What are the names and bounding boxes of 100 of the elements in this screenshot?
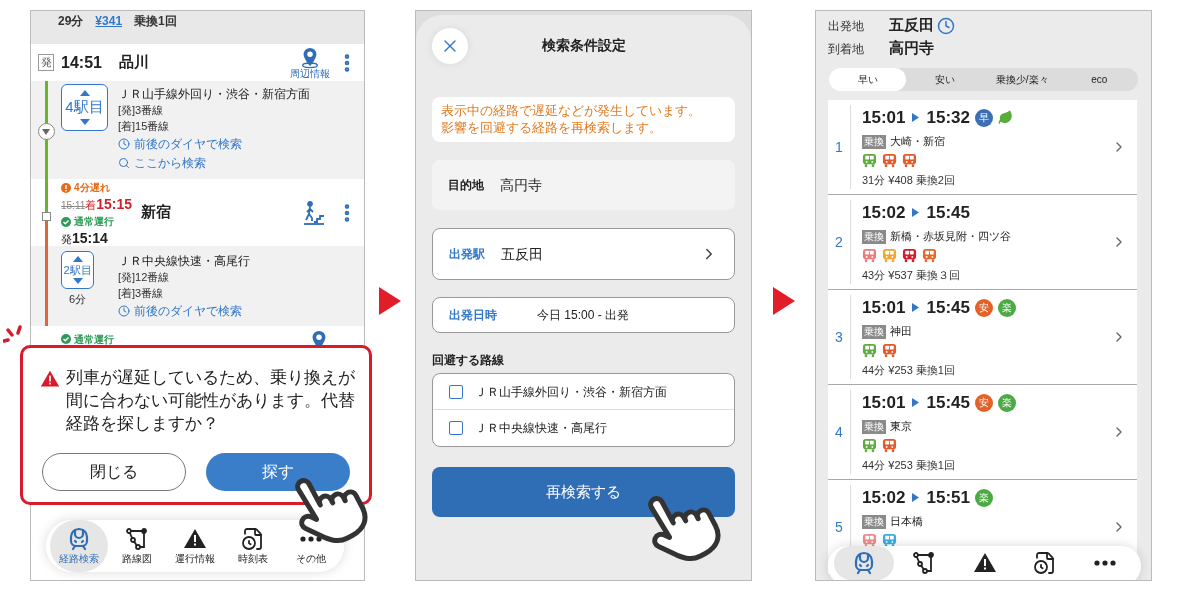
field-value: 高円寺 — [500, 175, 542, 195]
warning-icon — [183, 527, 207, 551]
map-pin-label: 周辺情報 — [290, 68, 330, 79]
timetable-icon — [241, 527, 265, 551]
place-label: 出発地 — [828, 17, 865, 35]
departure-time: 15:14 — [72, 230, 108, 247]
search-button[interactable]: 探す — [206, 453, 350, 491]
next-step-arrow-icon — [772, 286, 795, 315]
clock-icon — [118, 304, 130, 317]
option-label: ＪＲ山手線外回り・渋谷・新宿方面 — [475, 383, 667, 401]
field-label: 目的地 — [448, 177, 485, 194]
place-label: 到着地 — [828, 40, 865, 58]
transfer-stations: 日本橋 — [890, 514, 923, 530]
play-arrow-icon — [912, 208, 920, 217]
avoid-line-option[interactable]: ＪＲ中央線快速・高尾行 — [433, 410, 734, 446]
transfer-tag: 乗換 — [862, 324, 886, 339]
checkbox[interactable] — [449, 421, 463, 435]
route-number: 1 — [834, 137, 844, 157]
delay-text: 4分遅れ — [61, 179, 141, 196]
route-badge: 早 — [974, 108, 993, 127]
status-text: 通常運行 — [61, 213, 141, 230]
arrival-time: 15:45 — [926, 201, 970, 224]
map-pin-icon — [299, 46, 321, 69]
play-arrow-icon — [912, 303, 920, 312]
nav-tab[interactable]: 経路検索 — [50, 520, 108, 572]
fare-link[interactable]: ¥341 — [95, 12, 123, 44]
departure-time: 15:02 — [862, 201, 906, 224]
departure-time: 15:01 — [862, 391, 906, 414]
arrival-track: [着]3番線 — [118, 286, 165, 301]
checkbox[interactable] — [449, 384, 463, 399]
sort-tab[interactable]: 安い — [906, 68, 984, 91]
route-summary: 31分 ¥408 乗換2回 — [862, 173, 956, 188]
search-link[interactable]: ここから検索 — [118, 153, 310, 172]
play-arrow-icon — [912, 493, 920, 502]
stops-toggle[interactable]: 2駅目 — [61, 251, 94, 289]
departure-label: 発 — [61, 232, 72, 247]
transfer-tag: 乗換 — [862, 229, 886, 244]
departure-time: 15:02 — [862, 486, 906, 509]
alert-message: 列車が遅延しているため、乗り換えが間に合わない可能性があります。代替経路を探しますか？ — [66, 367, 356, 434]
sort-tab[interactable]: eco — [1060, 68, 1138, 91]
transfer-node — [41, 212, 51, 221]
notice-text: 表示中の経路で遅延などが発生しています。 — [441, 102, 702, 120]
field-label: 出発駅 — [449, 246, 486, 263]
train-icon — [67, 527, 91, 551]
warning-icon — [972, 551, 997, 575]
sort-tab[interactable]: 早い — [829, 68, 907, 91]
route-badge: 安 — [974, 393, 993, 412]
caret-up-icon — [79, 90, 90, 97]
transfer-tag: 乗換 — [862, 514, 886, 529]
route-map-icon — [912, 551, 937, 575]
nav-tab[interactable]: 時刻表 — [224, 520, 282, 572]
arrival-track: [着]15番線 — [118, 119, 171, 134]
search-link[interactable]: 前後のダイヤで検索 — [118, 134, 310, 153]
sort-tab[interactable]: 乗換少/楽々 — [983, 68, 1061, 91]
route-map-icon — [125, 527, 149, 551]
route-badge: 楽 — [974, 488, 993, 507]
notice-text: 影響を回避する経路を再検索します。 — [441, 119, 663, 137]
route-card[interactable]: 2 15:02 15:45 乗換 新橋・赤坂見附・四ツ谷 43分 ¥537 乗換３回 — [828, 195, 1137, 289]
close-button[interactable]: 閉じる — [42, 453, 186, 491]
clock-icon[interactable] — [937, 16, 955, 35]
departure-time-field[interactable]: 出発日時 今日 15:00 - 出発 — [432, 297, 735, 333]
route-card[interactable]: 3 15:01 15:45 安 楽 乗換 神田 44分 ¥253 乗換1回 — [828, 290, 1137, 384]
timetable-icon — [1032, 551, 1057, 575]
transfer-stations: 神田 — [890, 324, 912, 340]
route-badge: 安 — [974, 298, 993, 317]
route-card[interactable]: 4 15:01 15:45 安 楽 乗換 東京 44分 ¥253 乗換1回 — [828, 385, 1137, 479]
avoid-line-option[interactable]: ＪＲ山手線外回り・渋谷・新宿方面 — [433, 374, 734, 410]
section-heading: 回避する路線 — [432, 352, 505, 369]
nav-tab[interactable]: 路線図 — [108, 520, 166, 572]
alert-circle-icon — [61, 182, 71, 193]
stops-toggle[interactable]: 4駅目 — [61, 84, 108, 131]
route-number: 5 — [834, 517, 844, 537]
departure-time: 14:51 — [61, 52, 103, 73]
caret-up-icon — [72, 255, 83, 262]
nav-tab[interactable]: 運行情報 — [166, 520, 224, 572]
search-again-button[interactable]: 再検索する — [432, 467, 735, 517]
arrival-label: 着 — [85, 198, 97, 213]
route-badge: 楽 — [997, 298, 1016, 317]
departure-track: [発]12番線 — [118, 270, 171, 285]
transfer-stations: 新橋・赤坂見附・四ツ谷 — [890, 229, 1011, 245]
clock-icon — [118, 137, 130, 150]
check-circle-icon — [61, 216, 71, 227]
search-icon — [118, 156, 130, 169]
route-card[interactable]: 1 15:01 15:32 早 乗換 大崎・新宿 31分 ¥408 乗換2回 — [828, 100, 1137, 194]
leg-duration: 6分 — [69, 292, 87, 307]
transfer-stations: 東京 — [890, 419, 912, 435]
walker-stairs-icon — [302, 200, 326, 225]
search-link[interactable]: 前後のダイヤで検索 — [118, 301, 250, 320]
departure-badge: 発 — [38, 54, 54, 71]
play-arrow-icon — [912, 398, 920, 407]
route-number: 4 — [834, 422, 844, 442]
duration-text: 29分 — [58, 13, 84, 30]
departure-station-field[interactable]: 出発駅 五反田 — [432, 228, 735, 280]
departure-time: 15:01 — [862, 296, 906, 319]
route-number: 2 — [834, 232, 844, 252]
arrival-time: 15:45 — [926, 391, 970, 414]
route-summary: 44分 ¥253 乗換1回 — [862, 458, 956, 473]
transfer-count: 乗換1回 — [134, 13, 177, 30]
station-name: 品川 — [119, 52, 150, 73]
collapse-chevron-icon[interactable] — [37, 123, 55, 140]
